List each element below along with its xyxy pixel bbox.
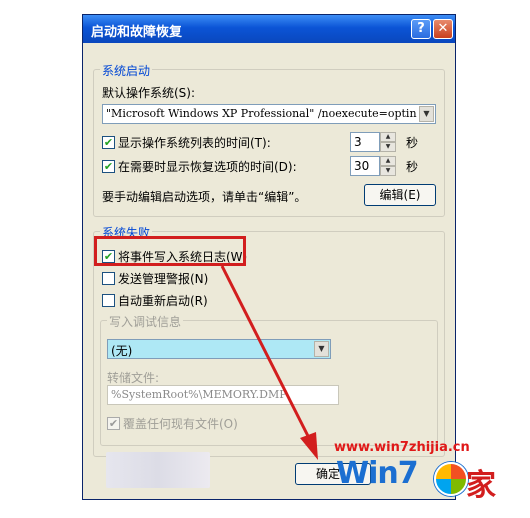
watermark-suffix: 家 <box>466 468 496 503</box>
watermark-logo: Win7 <box>336 456 419 491</box>
watermark-url: www.win7zhijia.cn <box>334 440 470 455</box>
windows-flag-icon <box>434 462 468 496</box>
